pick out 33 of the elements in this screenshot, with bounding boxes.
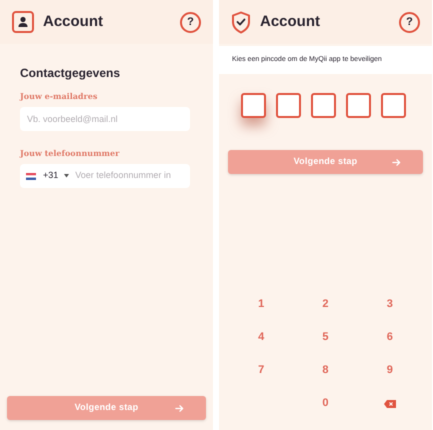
keypad-key[interactable]: 8 <box>293 354 358 387</box>
keypad-key[interactable]: 4 <box>229 321 294 354</box>
keypad-key[interactable]: 6 <box>358 321 422 354</box>
field-label: Jouw telefoonnummer <box>20 147 120 159</box>
keypad-key[interactable]: 7 <box>229 354 294 387</box>
email-input[interactable]: Vb. voorbeeld@mail.nl <box>20 107 190 131</box>
backspace-icon[interactable] <box>384 400 396 408</box>
phone-number-input[interactable]: Voer telefoonnummer in <box>75 169 180 183</box>
header-title: Account <box>260 12 320 32</box>
help-button[interactable]: ? <box>399 12 420 32</box>
keypad-key[interactable]: 9 <box>358 354 422 387</box>
shield-check-icon <box>231 10 251 34</box>
caret-down-icon <box>64 174 70 178</box>
pin-box[interactable] <box>276 93 301 118</box>
phone-field[interactable]: +31 Voer telefoonnummer in <box>20 164 190 188</box>
arrow-right-icon <box>392 158 401 166</box>
person-icon <box>12 11 34 33</box>
pin-box[interactable] <box>311 93 336 118</box>
flag-icon <box>26 172 36 180</box>
keypad-key[interactable]: 5 <box>293 321 358 354</box>
keypad-key[interactable]: 3 <box>358 288 422 321</box>
help-button[interactable]: ? <box>180 12 201 32</box>
pin-box[interactable] <box>346 93 371 118</box>
header-title: Account <box>43 12 103 32</box>
pin-box[interactable] <box>381 93 406 118</box>
keypad-key[interactable]: 2 <box>293 288 358 321</box>
field-label: Jouw e-mailadres <box>20 90 98 102</box>
section-title: Contactgegevens <box>20 65 122 82</box>
keypad-key[interactable]: 1 <box>229 288 294 321</box>
arrow-right-icon <box>175 404 184 412</box>
pin-box[interactable] <box>241 93 266 118</box>
country-code: +31 <box>43 169 58 182</box>
keypad-key[interactable]: 0 <box>293 387 358 420</box>
